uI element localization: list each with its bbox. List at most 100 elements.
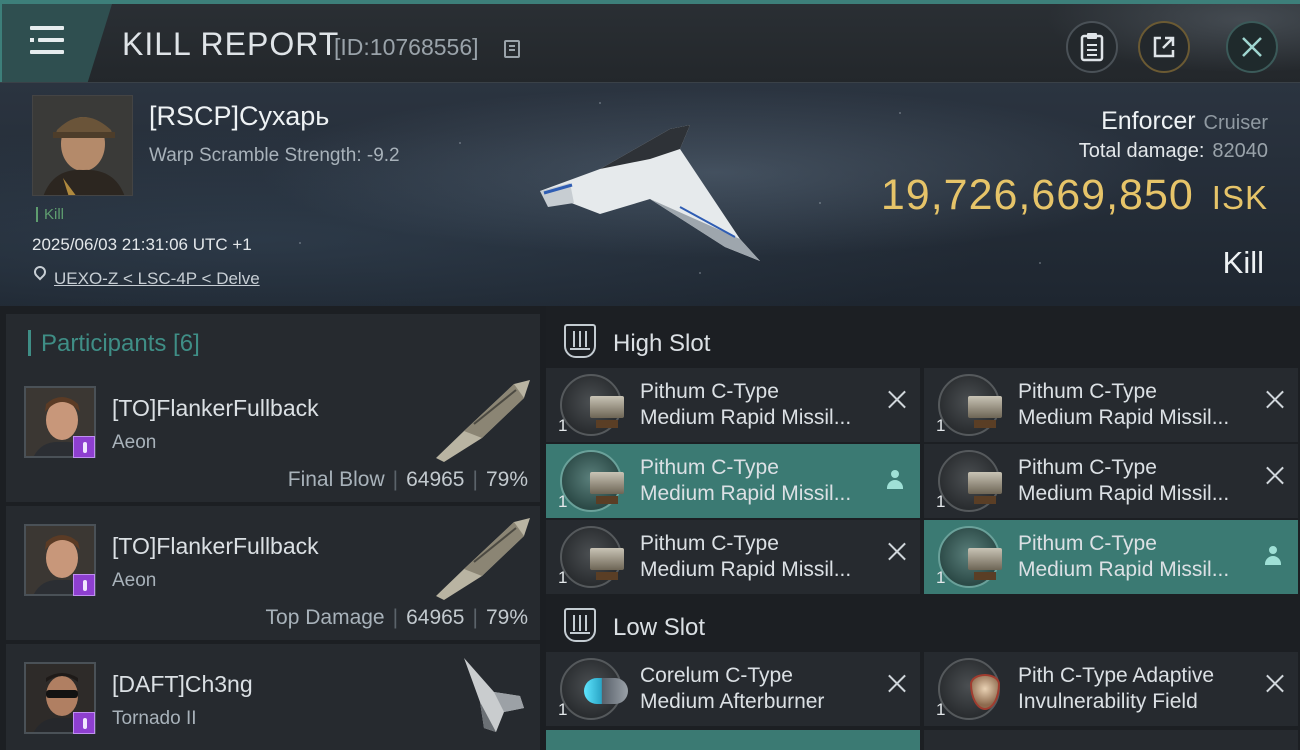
separator: | <box>472 606 478 629</box>
missile-launcher-icon <box>560 450 624 512</box>
participant-percent: 79% <box>485 606 528 629</box>
module-quantity: 1 <box>558 700 568 719</box>
participant-damage: 64965 <box>406 606 465 629</box>
afterburner-icon <box>560 658 628 720</box>
participant-ship: Aeon <box>112 570 157 591</box>
participant-name[interactable]: [TO]FlankerFullback <box>112 395 319 422</box>
module-name-line2: Medium Rapid Missil... <box>640 406 852 429</box>
isk-unit: ISK <box>1211 179 1268 216</box>
victim-portrait-image <box>33 96 132 195</box>
module-item[interactable]: 1 Pithum C-Type Medium Rapid Missil... <box>546 444 920 518</box>
module-quantity: 1 <box>936 568 946 587</box>
menu-icon-bar <box>38 38 64 42</box>
module-name-line2: Medium Rapid Missil... <box>640 558 852 581</box>
participant-row[interactable]: [TO]FlankerFullback Aeon Final Blow | 6496… <box>6 368 540 502</box>
module-name-line2: Medium Rapid Missil... <box>640 482 852 505</box>
participants-header: Participants [6] <box>6 314 540 370</box>
victim-ship-image <box>540 125 760 261</box>
module-name-line1: Pithum C-Type <box>640 532 779 555</box>
separator: | <box>392 468 399 491</box>
launcher-shape <box>968 396 1002 428</box>
fitting-panel: High Slot 1 Pithum C-Type Medium Rapid M… <box>546 306 1300 750</box>
module-name-line1: Pithum C-Type <box>640 380 779 403</box>
menu-icon <box>30 26 64 30</box>
header-accent-bar <box>28 330 31 356</box>
launcher-shape <box>590 548 624 580</box>
dropped-person-icon <box>886 470 904 490</box>
ship-class: Cruiser <box>1203 112 1268 134</box>
destroyed-x-icon <box>1266 466 1284 484</box>
copy-icon[interactable] <box>504 40 520 58</box>
corp-badge-icon <box>73 436 95 458</box>
menu-icon-bar <box>30 50 64 54</box>
dropped-person-icon <box>1264 546 1282 566</box>
victim-name[interactable]: [RSCP]Сухарь <box>149 101 329 132</box>
module-name-line2: Medium Rapid Missil... <box>1018 406 1230 429</box>
participant-name[interactable]: [TO]FlankerFullback <box>112 533 319 560</box>
module-name-line1: Pithum C-Type <box>1018 380 1157 403</box>
separator: | <box>472 468 478 491</box>
missile-launcher-icon <box>938 450 1002 512</box>
module-name-line1: Pithum C-Type <box>640 456 779 479</box>
low-slot-title: Low Slot <box>613 614 706 641</box>
module-item[interactable]: 1 Pithum C-Type Medium Rapid Missil... <box>924 520 1298 594</box>
destroyed-x-icon <box>888 390 906 408</box>
missile-launcher-icon <box>938 526 1002 588</box>
close-icon <box>1242 37 1262 57</box>
module-item[interactable]: 1 Corelum C-Type Medium Afterburner <box>546 652 920 726</box>
victim-avatar[interactable] <box>32 95 133 196</box>
participant-row[interactable]: [DAFT]Ch3ng Tornado II <box>6 644 540 750</box>
module-quantity: 1 <box>558 568 568 587</box>
module-name-line2: Medium Rapid Missil... <box>1018 482 1230 505</box>
module-item[interactable]: 1 Pithum C-Type Medium Rapid Missil... <box>546 368 920 442</box>
module-name-line1: Pithum C-Type <box>1018 532 1157 555</box>
module-name-line2: Medium Afterburner <box>640 690 825 713</box>
menu-button[interactable] <box>2 4 112 82</box>
participant-ship: Tornado II <box>112 708 197 729</box>
module-item[interactable]: 1 Pithum C-Type Medium Rapid Missil... <box>924 368 1298 442</box>
module-item[interactable]: 1 Pithum C-Type Medium Rapid Missil... <box>924 444 1298 518</box>
low-slot-icon <box>564 608 596 642</box>
low-slot-header: Low Slot <box>546 594 1300 654</box>
module-quantity: 1 <box>558 416 568 435</box>
module-name-line1: Pithum C-Type <box>1018 456 1157 479</box>
module-quantity: 1 <box>936 416 946 435</box>
export-button[interactable] <box>1138 21 1190 73</box>
corp-badge-icon <box>73 574 95 596</box>
module-name-line1: Corelum C-Type <box>640 664 793 687</box>
total-damage-label: Total damage: <box>1078 140 1205 162</box>
launcher-shape <box>968 548 1002 580</box>
warp-scramble-strength: Warp Scramble Strength: -9.2 <box>149 145 400 166</box>
module-item-partial[interactable] <box>546 730 920 750</box>
isk-value: 19,726,669,850 ISK <box>881 171 1268 220</box>
module-name-line1: Pith C-Type Adaptive <box>1018 664 1215 687</box>
isk-amount: 19,726,669,850 <box>880 171 1194 219</box>
corp-badge-icon <box>73 712 95 734</box>
close-button[interactable] <box>1226 21 1278 73</box>
launcher-shape <box>590 396 624 428</box>
location-link[interactable]: UEXO-Z < LSC-4P < Delve <box>54 269 260 289</box>
participant-row[interactable]: [TO]FlankerFullback Aeon Top Damage | 6496… <box>6 506 540 640</box>
ship-type: Enforcer <box>1101 107 1196 135</box>
module-item[interactable]: 1 Pith C-Type Adaptive Invulnerability F… <box>924 652 1298 726</box>
separator: | <box>392 606 399 629</box>
participant-name[interactable]: [DAFT]Ch3ng <box>112 671 253 698</box>
missile-launcher-icon <box>560 526 624 588</box>
participant-stats: Final Blow | 64965 | 79% <box>288 468 528 492</box>
clipboard-button[interactable] <box>1066 21 1118 73</box>
missile-launcher-icon <box>560 374 624 436</box>
module-item-partial[interactable] <box>924 730 1298 750</box>
export-icon <box>1153 36 1175 58</box>
victim-ship-name[interactable]: Enforcer Cruiser <box>1101 107 1268 136</box>
kill-datetime: 2025/06/03 21:31:06 UTC +1 <box>32 235 252 254</box>
missile-launcher-icon <box>938 374 1002 436</box>
destroyed-x-icon <box>1266 674 1284 692</box>
destroyed-x-icon <box>888 542 906 560</box>
module-quantity: 1 <box>936 700 946 719</box>
launcher-shape <box>590 472 624 504</box>
shield-shape <box>970 674 1000 710</box>
module-quantity: 1 <box>936 492 946 511</box>
launcher-shape <box>968 472 1002 504</box>
module-item[interactable]: 1 Pithum C-Type Medium Rapid Missil... <box>546 520 920 594</box>
high-slot-header: High Slot <box>546 310 1300 370</box>
